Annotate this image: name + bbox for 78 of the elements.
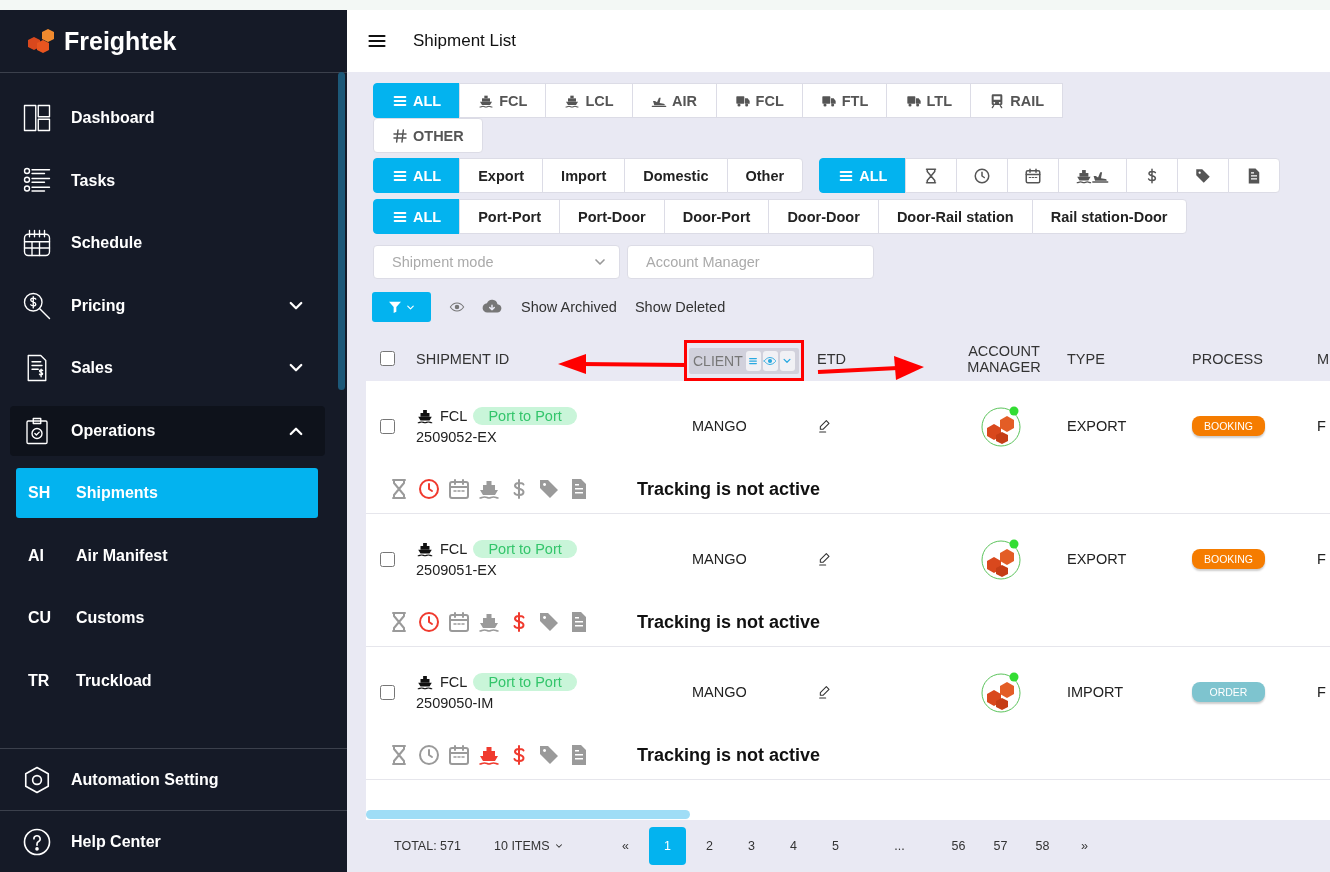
route-tab[interactable]: Port-Door <box>559 199 665 234</box>
process-badge: ORDER <box>1192 682 1265 702</box>
input-field[interactable]: Account Manager <box>627 245 874 279</box>
sidebar-item[interactable]: Schedule <box>10 218 325 269</box>
sidebar-item[interactable]: Operations <box>10 405 325 456</box>
shipment-id[interactable]: 2509051-EX <box>416 562 692 578</box>
page-button[interactable]: 58 <box>1024 827 1061 865</box>
sidebar-subitem[interactable]: TR Truckload <box>16 655 318 706</box>
column-header[interactable]: ACCOUNT MANAGER <box>947 342 1067 375</box>
client-name: MANGO <box>692 418 748 434</box>
route-badge: Port to Port <box>473 407 577 425</box>
table-cell-text: F <box>1317 418 1327 434</box>
sidebar-subitem[interactable]: CU Customs <box>16 593 318 644</box>
process-badge: BOOKING <box>1192 549 1265 569</box>
direction-tab[interactable]: Import <box>542 158 626 193</box>
route-tab[interactable]: Door-Rail station <box>877 199 1033 234</box>
table-cell-text: F <box>1317 684 1327 700</box>
column-header: CLIENT <box>693 352 743 369</box>
mode-tab[interactable]: LCL <box>545 83 633 118</box>
sidebar-item[interactable]: Help Center <box>10 816 325 867</box>
route-tab[interactable]: Door-Door <box>768 199 879 234</box>
client-name: MANGO <box>692 551 748 567</box>
mode-tab[interactable]: LTL <box>886 83 972 118</box>
page-button[interactable]: 3 <box>733 827 770 865</box>
client-name: MANGO <box>692 684 748 700</box>
tracking-status: Tracking is not active <box>637 744 821 766</box>
page-button[interactable]: 57 <box>982 827 1019 865</box>
page-button[interactable]: 4 <box>775 827 812 865</box>
tracking-status: Tracking is not active <box>637 478 821 500</box>
mode-tab[interactable]: FCL <box>715 83 803 118</box>
page-size-dropdown[interactable]: 10 ITEMS <box>494 839 607 853</box>
shipment-id[interactable]: 2509052-EX <box>416 429 692 445</box>
page-button[interactable]: 56 <box>940 827 977 865</box>
page-button[interactable]: ... <box>881 827 918 865</box>
sidebar-item[interactable]: Dashboard <box>10 93 325 144</box>
page-title: Shipment List <box>413 31 516 51</box>
toolbar-link[interactable]: Show Deleted <box>634 299 726 315</box>
sidebar-item[interactable]: Sales <box>10 343 325 394</box>
next-page-button[interactable]: » <box>1066 827 1103 865</box>
mode-label: FCL <box>440 674 468 690</box>
route-badge: Port to Port <box>473 540 577 558</box>
route-tab[interactable]: Rail station-Door <box>1031 199 1187 234</box>
shipment-id[interactable]: 2509050-IM <box>416 695 692 711</box>
mode-tab[interactable]: OTHER <box>373 118 483 153</box>
type-label: IMPORT <box>1067 684 1125 700</box>
brand-name: Freightek <box>64 26 177 56</box>
column-header[interactable]: TYPE <box>1067 350 1111 367</box>
route-tab[interactable]: Door-Port <box>663 199 770 234</box>
type-label: EXPORT <box>1067 418 1128 434</box>
dropdown-field[interactable]: Shipment mode <box>373 245 620 279</box>
sidebar-subitem[interactable]: AI Air Manifest <box>16 530 318 581</box>
sidebar-item[interactable]: Pricing <box>10 280 325 331</box>
total-count: TOTAL: 571 <box>394 839 462 853</box>
table-cell-text: F <box>1317 551 1327 567</box>
process-badge: BOOKING <box>1192 416 1265 436</box>
previous-page-button[interactable]: « <box>607 827 644 865</box>
page-button[interactable]: 5 <box>817 827 854 865</box>
route-badge: Port to Port <box>473 673 577 691</box>
column-header[interactable]: ETD <box>817 350 852 367</box>
direction-tab[interactable]: Domestic <box>624 158 728 193</box>
mode-label: FCL <box>440 541 468 557</box>
type-label: EXPORT <box>1067 551 1128 567</box>
route-tab[interactable]: Port-Port <box>459 199 561 234</box>
column-header[interactable]: PROCESS <box>1192 350 1269 367</box>
direction-tab[interactable]: Other <box>726 158 804 193</box>
column-header[interactable]: M <box>1317 350 1330 367</box>
mode-label: FCL <box>440 408 468 424</box>
sidebar-item[interactable]: Automation Setting <box>10 754 325 805</box>
direction-tab[interactable]: Export <box>459 158 544 193</box>
mode-tab[interactable]: AIR <box>631 83 717 118</box>
page-button[interactable]: 2 <box>691 827 728 865</box>
toolbar-link[interactable]: Show Archived <box>521 299 617 315</box>
sidebar-item[interactable]: Tasks <box>10 155 325 206</box>
tracking-status: Tracking is not active <box>637 611 821 633</box>
mode-tab[interactable]: FCL <box>459 83 547 118</box>
mode-tab[interactable]: FTL <box>801 83 888 118</box>
column-header[interactable]: SHIPMENT ID <box>416 350 516 367</box>
mode-tab[interactable]: RAIL <box>970 83 1064 118</box>
